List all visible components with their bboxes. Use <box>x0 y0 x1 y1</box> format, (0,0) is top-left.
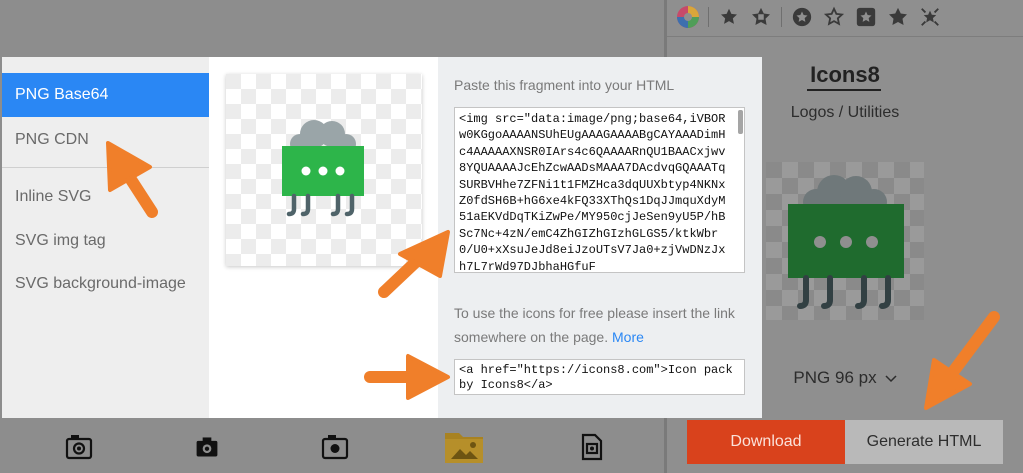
code-textarea-value: <img src="data:image/png;base64,iVBORw0K… <box>459 112 726 273</box>
icon-preview <box>226 74 422 266</box>
license-notice-text: To use the icons for free please insert … <box>454 305 735 345</box>
camera-icon[interactable] <box>62 430 96 464</box>
star-circle-icon[interactable] <box>790 5 814 29</box>
generate-html-button[interactable]: Generate HTML <box>845 420 1003 464</box>
size-select-label: PNG 96 px <box>793 368 877 387</box>
bottom-icon-row <box>50 426 650 470</box>
star-filter-icon[interactable] <box>717 5 741 29</box>
download-button[interactable]: Download <box>687 420 845 464</box>
menu-item-png-cdn[interactable]: PNG CDN <box>2 118 209 162</box>
color-wheel-icon[interactable] <box>676 5 700 29</box>
camera-icon[interactable] <box>318 430 352 464</box>
panel-title: Paste this fragment into your HTML <box>454 77 675 93</box>
brand-title: Icons8 <box>810 62 880 87</box>
menu-divider <box>2 167 209 168</box>
star-square-icon[interactable] <box>854 5 878 29</box>
code-scrollbar[interactable] <box>738 110 743 134</box>
more-link[interactable]: More <box>612 329 644 345</box>
folder-image-icon[interactable] <box>442 426 486 466</box>
code-textarea[interactable]: <img src="data:image/png;base64,iVBORw0K… <box>454 107 745 273</box>
menu-item-svg-img-tag[interactable]: SVG img tag <box>2 219 209 263</box>
star-outline-icon[interactable] <box>822 5 846 29</box>
menu-item-inline-svg[interactable]: Inline SVG <box>2 175 209 219</box>
size-select[interactable]: PNG 96 px <box>770 366 920 390</box>
attribution-textarea[interactable]: <a href="https://icons8.com">Icon pack b… <box>454 359 745 395</box>
toolbar-separator <box>781 7 782 27</box>
toolbar-separator <box>708 7 709 27</box>
star-solid-icon[interactable] <box>886 5 910 29</box>
star-badge-icon[interactable] <box>749 5 773 29</box>
menu-item-png-base64[interactable]: PNG Base64 <box>2 73 209 117</box>
category-breadcrumb[interactable]: Logos / Utilities <box>760 104 930 122</box>
attribution-textarea-value: <a href="https://icons8.com">Icon pack b… <box>459 363 740 392</box>
menu-item-svg-background-image[interactable]: SVG background-image <box>2 262 209 306</box>
star-sparkle-icon[interactable] <box>918 5 942 29</box>
icon-style-toolbar <box>676 0 942 34</box>
code-panel: Paste this fragment into your HTML <img … <box>438 57 762 418</box>
sd-card-icon[interactable] <box>574 430 608 464</box>
icon-preview-large <box>766 162 924 320</box>
brand-underline <box>807 89 881 91</box>
embed-code-dialog: PNG Base64 PNG CDN Inline SVG SVG img ta… <box>2 57 762 418</box>
toolbar-divider <box>667 36 1023 37</box>
format-menu: PNG Base64 PNG CDN Inline SVG SVG img ta… <box>2 57 209 418</box>
license-notice: To use the icons for free please insert … <box>454 301 754 349</box>
camera-icon[interactable] <box>190 430 224 464</box>
chevron-down-icon <box>885 368 897 388</box>
